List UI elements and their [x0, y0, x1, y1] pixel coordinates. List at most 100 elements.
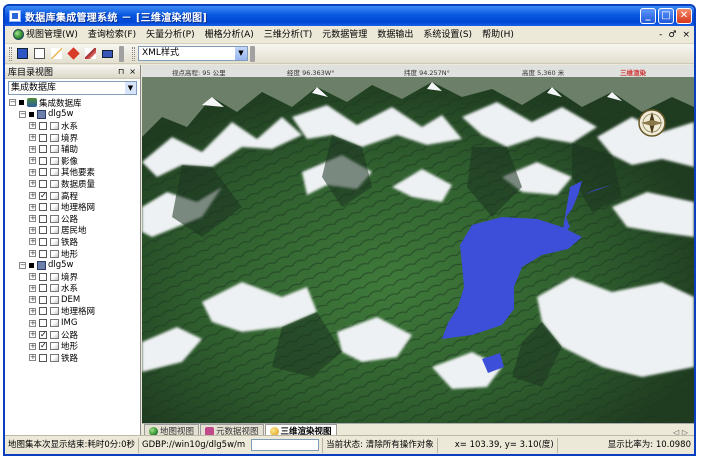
layer-checkbox[interactable] — [39, 156, 47, 165]
layer-checkbox[interactable] — [39, 237, 47, 246]
expand-icon[interactable]: + — [29, 122, 36, 130]
expand-icon[interactable]: + — [29, 250, 36, 258]
pencil-icon[interactable] — [49, 46, 64, 61]
layer-checkbox[interactable] — [39, 214, 47, 223]
expand-icon[interactable]: + — [29, 331, 36, 339]
toolbar-grip-2[interactable] — [132, 46, 135, 61]
expand-icon[interactable]: + — [29, 284, 36, 292]
expand-icon[interactable]: + — [29, 319, 36, 327]
layer-checkbox[interactable] — [39, 121, 47, 130]
expand-icon[interactable]: + — [29, 192, 36, 200]
layer-checkbox[interactable] — [39, 353, 47, 362]
menu-help[interactable]: 帮助(H) — [477, 27, 519, 43]
tree-layer-item[interactable]: + 水系 — [5, 283, 140, 294]
3d-render-view[interactable]: 视点高程: 95 公里 经度 96.363W° 纬度 94.257N° 高度 5… — [142, 65, 694, 437]
layer-icon[interactable] — [15, 46, 30, 61]
layer-checkbox[interactable] — [39, 249, 47, 258]
menu-data-output[interactable]: 数据输出 — [372, 27, 418, 43]
expand-icon[interactable]: + — [29, 307, 36, 315]
menu-raster-analysis[interactable]: 栅格分析(A) — [200, 27, 259, 43]
ruler-icon[interactable] — [100, 46, 115, 61]
tree-layer-item[interactable]: + 境界 — [5, 132, 140, 144]
tree-layer-item[interactable]: + 影像 — [5, 155, 140, 167]
tree-group[interactable]: − dlg5w — [5, 109, 140, 121]
expand-icon[interactable]: + — [29, 157, 36, 165]
tree-layer-item[interactable]: + 地理格网 — [5, 306, 140, 317]
close-button[interactable]: ✕ — [676, 8, 692, 24]
menu-metadata[interactable]: 元数据管理 — [317, 27, 372, 43]
expand-icon[interactable]: + — [29, 180, 36, 188]
layer-checkbox[interactable] — [39, 145, 47, 154]
menu-settings[interactable]: 系统设置(S) — [418, 27, 477, 43]
menu-view-management[interactable]: 视图管理(W) — [8, 27, 83, 43]
tree-layer-item[interactable]: + 公路 — [5, 213, 140, 225]
tree-root[interactable]: − 集成数据库 — [5, 97, 140, 109]
menu-query[interactable]: 查询检索(F) — [83, 27, 141, 43]
mdi-minimize-button[interactable]: - — [659, 30, 662, 40]
layer-checkbox[interactable] — [39, 307, 47, 316]
toolbar-grip[interactable] — [9, 46, 12, 61]
document-icon[interactable] — [32, 46, 47, 61]
layer-checkbox[interactable] — [39, 272, 47, 281]
collapse-icon[interactable]: − — [19, 261, 26, 269]
tree-layer-item[interactable]: + 居民地 — [5, 225, 140, 236]
chevron-down-icon[interactable]: ▼ — [235, 47, 247, 60]
expand-icon[interactable]: + — [29, 354, 36, 362]
close-icon[interactable]: × — [129, 67, 136, 76]
expand-icon[interactable]: + — [29, 238, 36, 246]
tree-layer-item[interactable]: + 辅助 — [5, 143, 140, 155]
chevron-down-icon[interactable]: ▼ — [125, 82, 136, 94]
diamond-icon[interactable] — [66, 46, 81, 61]
tree-layer-item[interactable]: + 铁路 — [5, 352, 140, 364]
layer-checkbox[interactable] — [39, 226, 47, 235]
layer-checkbox[interactable] — [39, 319, 47, 328]
tree-layer-item[interactable]: + IMG — [5, 317, 140, 329]
collapse-icon[interactable]: − — [9, 99, 16, 107]
expand-icon[interactable]: + — [29, 226, 36, 234]
tree-layer-item[interactable]: + 地理格网 — [5, 201, 140, 213]
expand-icon[interactable]: + — [29, 145, 36, 153]
tree-layer-item[interactable]: + 其他要素 — [5, 167, 140, 178]
layer-checkbox[interactable] — [39, 284, 47, 293]
tree-layer-item[interactable]: + 铁路 — [5, 236, 140, 248]
tree-layer-item[interactable]: + 境界 — [5, 271, 140, 283]
mdi-close-button[interactable]: × — [682, 30, 690, 40]
collapse-icon[interactable]: − — [19, 110, 26, 118]
expand-icon[interactable]: + — [29, 342, 36, 350]
expand-icon[interactable]: + — [29, 296, 36, 304]
layer-checkbox[interactable] — [39, 203, 47, 212]
menu-3d-analysis[interactable]: 三维分析(T) — [259, 27, 318, 43]
expand-icon[interactable]: + — [29, 134, 36, 142]
tree-layer-item[interactable]: + 地形 — [5, 248, 140, 260]
pin-icon[interactable]: ⊓ — [118, 67, 124, 76]
menu-vector-analysis[interactable]: 矢量分析(P) — [141, 27, 199, 43]
tree-layer-item[interactable]: + ✓ 高程 — [5, 190, 140, 202]
layer-checkbox[interactable]: ✓ — [39, 342, 47, 351]
minimize-button[interactable]: _ — [640, 8, 656, 24]
layer-checkbox[interactable] — [39, 133, 47, 142]
maximize-button[interactable]: □ — [658, 8, 674, 24]
layer-checkbox[interactable] — [39, 168, 47, 177]
database-select[interactable]: 集成数据库 ▼ — [8, 81, 137, 95]
tree-layer-item[interactable]: + 水系 — [5, 120, 140, 132]
tree-group[interactable]: − dlg5w — [5, 259, 140, 271]
eraser-icon[interactable] — [83, 46, 98, 61]
expand-icon[interactable]: + — [29, 215, 36, 223]
mdi-restore-button[interactable]: ♂ — [668, 30, 676, 40]
layer-checkbox[interactable]: ✓ — [39, 330, 47, 339]
tree-layer-item[interactable]: + 数据质量 — [5, 178, 140, 190]
layer-checkbox[interactable] — [39, 295, 47, 304]
layer-checkbox[interactable] — [39, 179, 47, 188]
expand-icon[interactable]: + — [29, 168, 36, 176]
tree-layer-item[interactable]: + ✓ 公路 — [5, 329, 140, 341]
terrain-scene[interactable] — [142, 77, 694, 423]
expand-icon[interactable]: + — [29, 203, 36, 211]
tree-layer-item[interactable]: + DEM — [5, 294, 140, 306]
tree-layer-item[interactable]: + ✓ 地形 — [5, 340, 140, 352]
style-select[interactable]: XML样式 ▼ — [138, 46, 248, 61]
expand-icon[interactable]: + — [29, 273, 36, 281]
title-bar[interactable]: 数据库集成管理系统 － [三维渲染视图] _ □ ✕ — [5, 6, 694, 26]
layer-checkbox[interactable]: ✓ — [39, 191, 47, 200]
folder-icon — [37, 260, 46, 270]
status-input[interactable] — [251, 439, 320, 451]
